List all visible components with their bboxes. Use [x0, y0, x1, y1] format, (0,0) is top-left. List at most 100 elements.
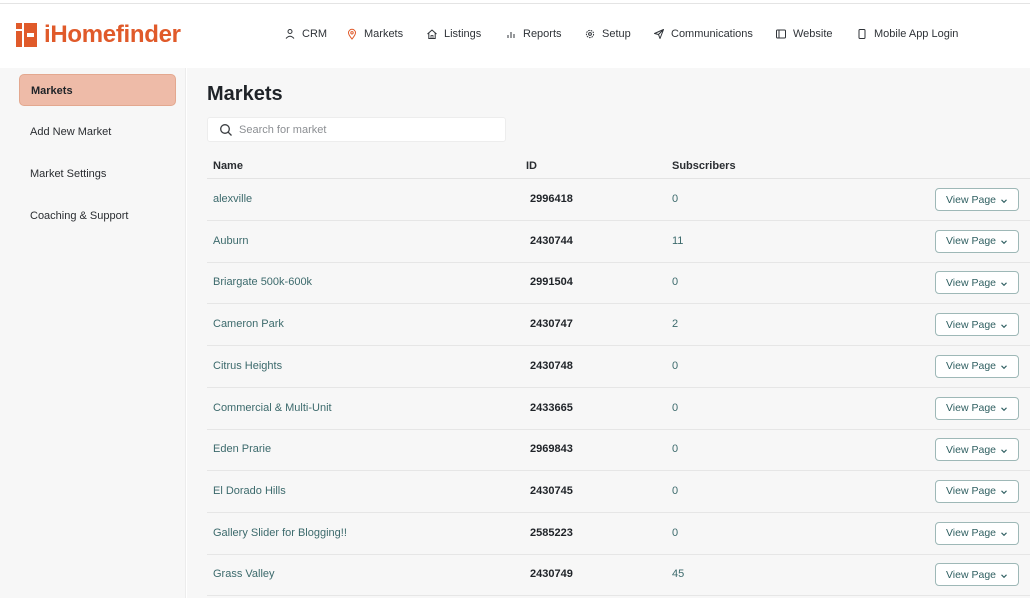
window-top-border — [0, 0, 1030, 4]
table-row: Cameron Park 2430747 2 View Page — [207, 304, 1030, 347]
home-icon — [426, 28, 438, 40]
brand-logo[interactable]: iHomefinder — [16, 21, 181, 48]
market-id: 2430749 — [530, 568, 573, 581]
nav-item-listings[interactable]: Listings — [426, 28, 481, 40]
view-page-label: View Page — [945, 485, 996, 498]
view-page-label: View Page — [945, 235, 996, 248]
chevron-down-icon — [1000, 279, 1008, 287]
search-box — [207, 117, 506, 142]
subscriber-count[interactable]: 0 — [672, 193, 678, 205]
column-header-id[interactable]: ID — [526, 160, 537, 172]
page-title: Markets — [207, 83, 283, 105]
sidebar-item-coaching-support[interactable]: Coaching & Support — [19, 200, 176, 232]
nav-label: CRM — [302, 28, 328, 40]
market-name-link[interactable]: Citrus Heights — [213, 360, 282, 372]
subscriber-count[interactable]: 0 — [672, 527, 678, 539]
subscriber-count[interactable]: 2 — [672, 318, 678, 330]
table-row: Citrus Heights 2430748 0 View Page — [207, 346, 1030, 388]
view-page-label: View Page — [945, 402, 996, 414]
market-id: 2430745 — [530, 484, 573, 497]
view-page-button[interactable]: View Page — [935, 354, 1019, 378]
chevron-down-icon — [1000, 321, 1008, 329]
column-header-subscribers[interactable]: Subscribers — [672, 160, 736, 172]
table-row: Briargate 500k-600k 2991504 0 View Page — [207, 262, 1030, 305]
market-name-link[interactable]: Cameron Park — [213, 318, 284, 330]
sidebar-item-market-settings[interactable]: Market Settings — [19, 158, 176, 190]
table-row: Auburn 2430744 11 View Page — [207, 221, 1030, 263]
view-page-button[interactable]: View Page — [935, 438, 1019, 462]
nav-item-website[interactable]: Website — [775, 28, 833, 40]
view-page-button[interactable]: View Page — [935, 271, 1019, 295]
view-page-button[interactable]: View Page — [935, 396, 1019, 420]
nav-item-crm[interactable]: CRM — [284, 28, 327, 40]
market-name-link[interactable]: alexville — [213, 193, 252, 205]
market-name-link[interactable]: Auburn — [213, 235, 248, 247]
chevron-down-icon — [1000, 196, 1008, 204]
table-row: Gallery Slider for Blogging!! 2585223 0 Vie… — [207, 513, 1030, 555]
sidebar: Markets Add New Market Market Settings C… — [0, 68, 186, 598]
nav-item-communications[interactable]: Communications — [653, 28, 753, 40]
nav-label: Listings — [444, 28, 482, 40]
view-page-button[interactable]: View Page — [935, 229, 1019, 253]
market-id: 2996418 — [530, 193, 573, 205]
view-page-button[interactable]: View Page — [935, 479, 1019, 503]
market-name-link[interactable]: Gallery Slider for Blogging!! — [213, 527, 347, 539]
browser-icon — [775, 28, 787, 40]
table-row: Grass Valley 2430749 45 View Page — [207, 554, 1030, 597]
table-row: El Dorado Hills 2430745 0 View Page — [207, 471, 1030, 513]
nav-item-mobile-app-login[interactable]: Mobile App Login — [856, 28, 958, 40]
view-page-button[interactable]: View Page — [935, 188, 1019, 211]
subscriber-count[interactable]: 0 — [672, 443, 678, 455]
market-id: 2585223 — [530, 526, 573, 539]
market-id: 2991504 — [530, 276, 573, 289]
chevron-down-icon — [1000, 571, 1008, 579]
chevron-down-icon — [1000, 404, 1008, 412]
nav-item-reports[interactable]: Reports — [505, 28, 562, 40]
table-row: Eden Prarie 2969843 0 View Page — [207, 429, 1030, 472]
market-id: 2969843 — [530, 443, 573, 456]
phone-icon — [856, 28, 868, 40]
chevron-down-icon — [1000, 446, 1008, 454]
location-pin-icon — [346, 28, 358, 40]
subscriber-count[interactable]: 0 — [672, 485, 678, 497]
market-name-link[interactable]: El Dorado Hills — [213, 485, 286, 497]
top-header: iHomefinder CRM Markets Listings Reports — [0, 5, 1030, 68]
table-row: alexville 2996418 0 View Page — [207, 179, 1030, 221]
subscriber-count[interactable]: 0 — [672, 276, 678, 288]
search-input[interactable] — [239, 121, 499, 139]
nav-label: Markets — [364, 28, 404, 40]
nav-item-markets[interactable]: Markets — [346, 28, 403, 40]
chevron-down-icon — [1000, 529, 1008, 537]
nav-label: Website — [793, 28, 833, 40]
search-icon — [219, 123, 233, 137]
subscriber-count[interactable]: 11 — [672, 235, 683, 247]
market-name-link[interactable]: Eden Prarie — [213, 443, 271, 455]
market-name-link[interactable]: Commercial & Multi-Unit — [213, 402, 332, 414]
subscriber-count[interactable]: 0 — [672, 360, 678, 372]
view-page-label: View Page — [945, 193, 996, 206]
nav-item-setup[interactable]: Setup — [584, 28, 631, 40]
logo-mark-icon — [16, 23, 40, 47]
sidebar-item-add-new-market[interactable]: Add New Market — [19, 116, 176, 148]
column-header-name[interactable]: Name — [213, 160, 243, 172]
view-page-button[interactable]: View Page — [935, 563, 1019, 587]
subscriber-count[interactable]: 45 — [672, 568, 684, 580]
nav-label: Setup — [602, 28, 631, 40]
market-id: 2430748 — [530, 359, 573, 372]
market-name-link[interactable]: Grass Valley — [213, 568, 275, 580]
chevron-down-icon — [1000, 487, 1008, 495]
table-row: Commercial & Multi-Unit 2433665 0 View Page — [207, 388, 1030, 430]
market-id: 2433665 — [530, 401, 573, 414]
chevron-down-icon — [1000, 237, 1008, 245]
view-page-button[interactable]: View Page — [935, 313, 1019, 337]
gear-icon — [584, 28, 596, 40]
market-id: 2430747 — [530, 318, 573, 331]
person-icon — [284, 28, 296, 40]
sidebar-item-markets[interactable]: Markets — [19, 74, 176, 106]
bar-chart-icon — [505, 28, 517, 40]
nav-label: Communications — [671, 28, 753, 40]
view-page-label: View Page — [945, 568, 996, 581]
view-page-button[interactable]: View Page — [935, 521, 1019, 545]
subscriber-count[interactable]: 0 — [672, 402, 678, 414]
market-name-link[interactable]: Briargate 500k-600k — [213, 276, 312, 288]
